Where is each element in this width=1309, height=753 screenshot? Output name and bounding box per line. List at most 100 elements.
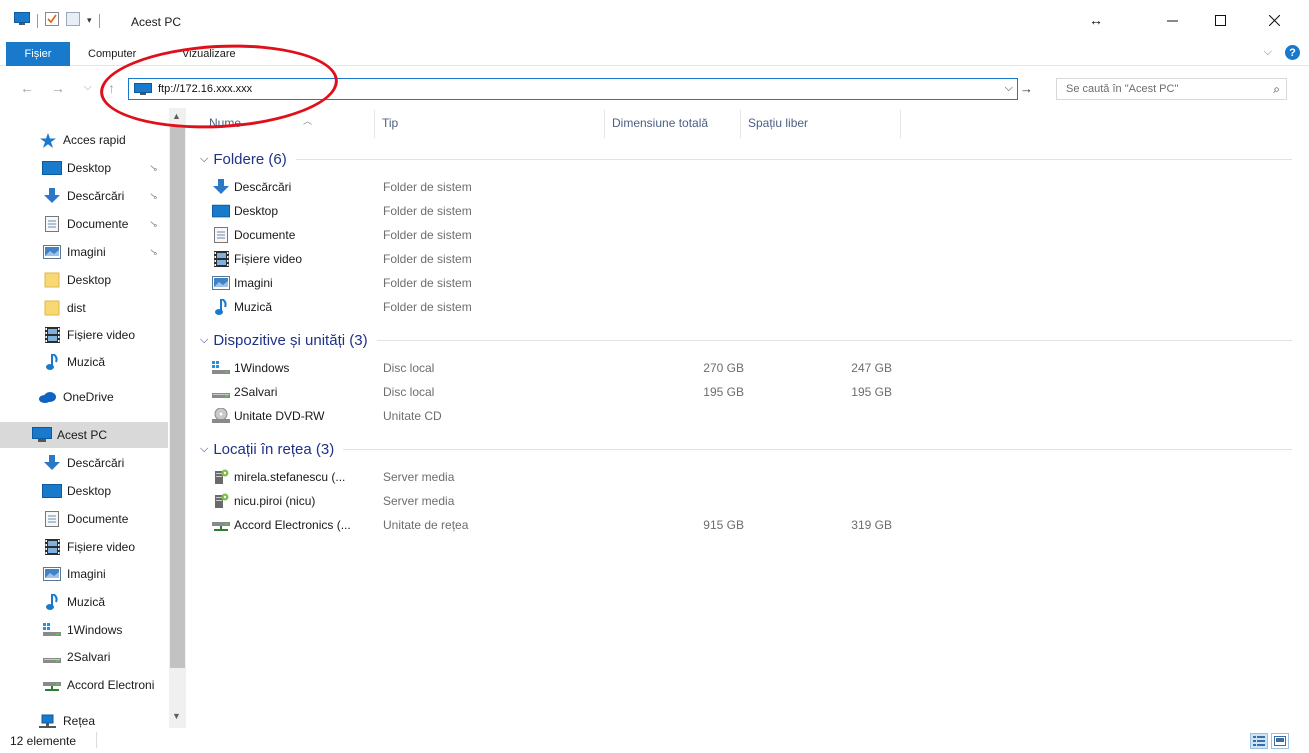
close-button[interactable] — [1251, 0, 1297, 40]
sidebar-item[interactable]: dist — [0, 295, 168, 321]
tab-computer[interactable]: Computer — [88, 48, 136, 60]
maximize-button[interactable] — [1197, 0, 1243, 40]
collapse-chevron-icon[interactable]: ⌵ — [200, 334, 208, 347]
sidebar-item[interactable]: Fișiere video — [0, 534, 168, 560]
pin-icon[interactable]: ⊸ — [146, 245, 159, 259]
column-total-size[interactable]: Dimensiune totală — [612, 116, 708, 130]
sidebar-item-label: Desktop — [67, 484, 112, 498]
column-name[interactable]: ︿ Nume — [209, 116, 312, 130]
status-bar: 12 elemente — [0, 728, 1309, 753]
tab-view[interactable]: Vizualizare — [182, 48, 236, 60]
sidebar-item[interactable]: Desktop — [0, 267, 168, 293]
sidebar-item[interactable]: 1Windows — [0, 617, 168, 643]
sidebar-item[interactable]: Muzică — [0, 589, 168, 615]
item-name: Muzică — [234, 300, 273, 314]
document-icon — [42, 216, 62, 232]
sidebar-item[interactable]: Muzică — [0, 349, 168, 375]
expand-ribbon-icon[interactable]: ⌵ — [1264, 46, 1272, 59]
column-separator[interactable] — [604, 110, 605, 138]
column-type[interactable]: Tip — [382, 116, 398, 130]
sidebar-item-label: 2Salvari — [67, 650, 111, 664]
resize-icon: ↔ — [1089, 12, 1103, 28]
address-input[interactable]: ftp://172.16.xxx.xxx — [158, 83, 252, 95]
video-icon — [42, 327, 62, 343]
group-header[interactable]: ⌵ Dispozitive și unități (3) — [200, 329, 1292, 351]
sidebar-item[interactable]: Descărcări ⊸ — [0, 183, 168, 209]
go-button[interactable]: → — [1020, 81, 1033, 96]
forward-button[interactable]: → — [51, 80, 65, 96]
collapse-chevron-icon[interactable]: ⌵ — [200, 153, 208, 166]
list-item[interactable]: mirela.stefanescu (... Server media — [212, 465, 912, 489]
sidebar-item[interactable]: Fișiere video — [0, 322, 168, 348]
group-header[interactable]: ⌵ Foldere (6) — [200, 148, 1292, 170]
sidebar-item[interactable]: Rețea — [0, 708, 168, 728]
list-item[interactable]: Descărcări Folder de sistem — [212, 175, 912, 199]
address-bar[interactable]: ftp://172.16.xxx.xxx ⌵ — [128, 78, 1018, 100]
sidebar-item[interactable]: OneDrive — [0, 384, 168, 410]
list-item[interactable]: 2Salvari Disc local 195 GB 195 GB — [212, 380, 912, 404]
list-item[interactable]: Unitate DVD-RW Unitate CD — [212, 404, 912, 428]
sidebar-item[interactable]: Acest PC — [0, 422, 168, 448]
sidebar-item-label: Documente — [67, 512, 129, 526]
group-header[interactable]: ⌵ Locații în rețea (3) — [200, 438, 1292, 460]
minimize-button[interactable] — [1149, 0, 1195, 40]
item-type: Unitate CD — [383, 409, 442, 423]
search-box[interactable]: Se caută în "Acest PC" ⌕ — [1056, 78, 1287, 100]
sidebar-item[interactable]: Desktop — [0, 478, 168, 504]
quick-access-toolbar: ▾ — [14, 12, 100, 29]
dvd-icon — [212, 408, 230, 424]
tab-file[interactable]: Fișier — [6, 42, 70, 66]
search-icon[interactable]: ⌕ — [1273, 82, 1280, 97]
nav-scrollbar[interactable]: ▲ ▼ — [169, 108, 186, 728]
network-icon — [38, 713, 58, 728]
scroll-thumb[interactable] — [170, 126, 185, 668]
list-item[interactable]: 1Windows Disc local 270 GB 247 GB — [212, 356, 912, 380]
help-icon[interactable]: ? — [1285, 45, 1300, 60]
list-item[interactable]: Desktop Folder de sistem — [212, 199, 912, 223]
address-dropdown-icon[interactable]: ⌵ — [1005, 82, 1013, 95]
details-view-button[interactable] — [1250, 733, 1268, 749]
scroll-down-icon[interactable]: ▼ — [172, 711, 181, 721]
sidebar-item[interactable]: Desktop ⊸ — [0, 155, 168, 181]
item-name: Unitate DVD-RW — [234, 409, 325, 423]
details-view-icon — [1253, 736, 1265, 746]
column-separator[interactable] — [374, 110, 375, 138]
document-icon — [212, 227, 230, 243]
list-item[interactable]: Muzică Folder de sistem — [212, 295, 912, 319]
folder-icon — [42, 300, 62, 316]
sidebar-item[interactable]: 2Salvari — [0, 644, 168, 670]
list-item[interactable]: Documente Folder de sistem — [212, 223, 912, 247]
column-separator[interactable] — [740, 110, 741, 138]
search-input[interactable]: Se caută în "Acest PC" — [1066, 83, 1178, 95]
scroll-up-icon[interactable]: ▲ — [172, 111, 181, 121]
new-folder-icon[interactable] — [66, 12, 80, 29]
list-item[interactable]: Accord Electronics (... Unitate de rețea 9… — [212, 513, 912, 537]
collapse-chevron-icon[interactable]: ⌵ — [200, 443, 208, 456]
sidebar-item[interactable]: Imagini ⊸ — [0, 239, 168, 265]
back-button[interactable]: ← — [20, 80, 34, 96]
list-item[interactable]: nicu.piroi (nicu) Server media — [212, 489, 912, 513]
item-total-size: 270 GB — [703, 361, 744, 375]
up-button[interactable]: ↑ — [108, 80, 115, 96]
sidebar-item[interactable]: Documente — [0, 506, 168, 532]
group-title: Foldere (6) — [213, 150, 287, 168]
large-icons-view-button[interactable] — [1271, 733, 1289, 749]
pin-icon[interactable]: ⊸ — [146, 189, 159, 203]
separator — [98, 13, 100, 28]
column-separator[interactable] — [900, 110, 901, 138]
computer-icon[interactable] — [14, 12, 30, 29]
sidebar-item[interactable]: Descărcări — [0, 450, 168, 476]
list-item[interactable]: Imagini Folder de sistem — [212, 271, 912, 295]
sidebar-item[interactable]: Acces rapid — [0, 127, 168, 153]
recent-locations-chevron-icon[interactable]: ⌵ — [84, 82, 92, 93]
sidebar-item[interactable]: Imagini — [0, 561, 168, 587]
properties-icon[interactable] — [45, 12, 59, 29]
pin-icon[interactable]: ⊸ — [146, 161, 159, 175]
sidebar-item[interactable]: Accord Electroni — [0, 672, 168, 698]
sidebar-item[interactable]: Documente ⊸ — [0, 211, 168, 237]
customize-toolbar-chevron-icon[interactable]: ▾ — [87, 15, 92, 26]
item-type: Folder de sistem — [383, 180, 472, 194]
column-free-space[interactable]: Spațiu liber — [748, 116, 808, 130]
list-item[interactable]: Fișiere video Folder de sistem — [212, 247, 912, 271]
pin-icon[interactable]: ⊸ — [146, 217, 159, 231]
